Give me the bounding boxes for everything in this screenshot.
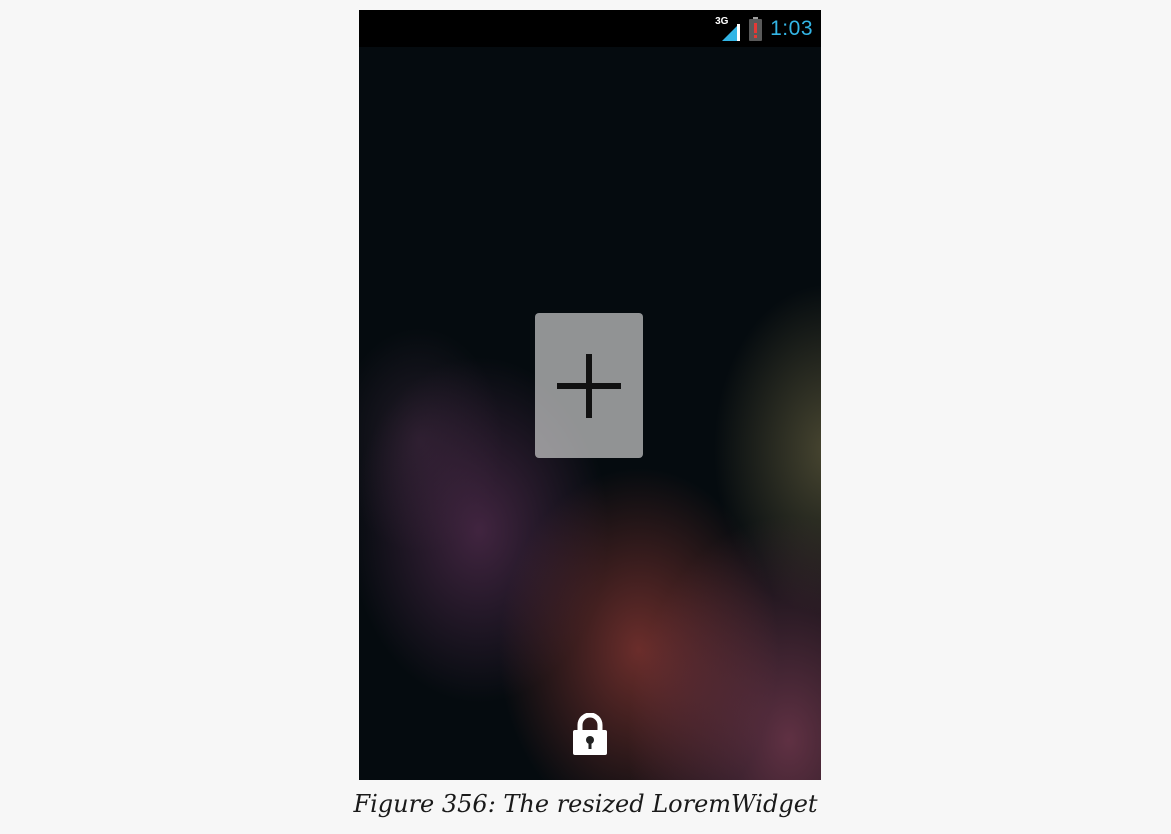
padlock-icon (573, 712, 607, 755)
add-widget-button[interactable] (535, 313, 643, 458)
status-icons: 3G 1:03 (715, 10, 813, 47)
status-bar: 3G 1:03 (359, 10, 821, 47)
figure-caption: Figure 356: The resized LoremWidget (353, 790, 818, 818)
plus-icon (557, 353, 621, 418)
status-clock: 1:03 (770, 16, 813, 40)
phone-screen: 3G 1:03 (359, 10, 821, 780)
unlock-handle[interactable] (572, 712, 608, 755)
battery-alert-icon (749, 16, 763, 41)
figure: 3G 1:03 Figure 356: The resized LoremWid… (0, 0, 1171, 834)
signal-bars-icon: 3G (715, 16, 741, 41)
